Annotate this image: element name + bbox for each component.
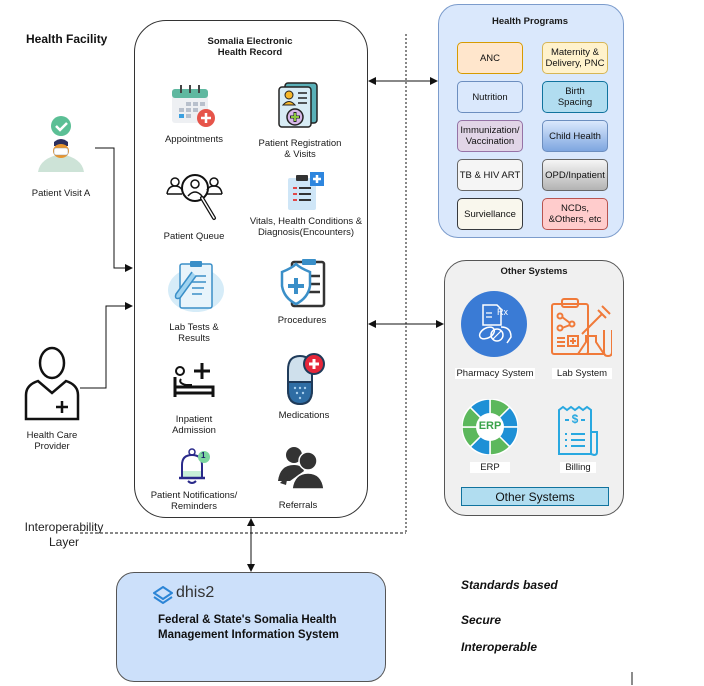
provider-label-line2: Provider [34, 441, 70, 452]
dhis2-line2: Management Information System [158, 629, 339, 641]
ehr-module-label-line2: Results [178, 333, 210, 344]
ehr-module-label: Medications [278, 410, 330, 421]
patient-connector [95, 147, 133, 272]
dhis2-line1: Federal & State's Somalia Health [158, 614, 337, 626]
erp-wheel-icon: ERP [461, 398, 519, 460]
svg-text:Rx: Rx [497, 307, 508, 317]
dhis2-logo-text: dhis2 [176, 584, 215, 601]
ehr-title-line1: Somalia Electronic [207, 36, 293, 47]
pharmacy-rx-icon: Rx [461, 291, 527, 362]
ehr-module-label: Patient Registration & Visits [250, 138, 350, 160]
program-anc[interactable]: ANC [457, 42, 523, 74]
program-opd-inpatient[interactable]: OPD/Inpatient [542, 159, 608, 191]
interoperability-line1: Interoperability [24, 520, 104, 534]
erp-badge: ERP [478, 420, 502, 432]
program-label: Surviellance [464, 208, 516, 220]
ehr-module-label: Referrals [278, 500, 318, 511]
principle-standards: Standards based [461, 578, 558, 592]
lab-clipboard-icon [166, 258, 232, 319]
ehr-module-label-line1: Patient Notifications/ [150, 490, 238, 501]
program-label-line2: Spacing [557, 97, 593, 108]
program-label-line1: Immunization/ [460, 125, 520, 136]
other-system-label: Lab System [552, 368, 612, 379]
ehr-module-label-line1: Inpatient [175, 414, 213, 425]
billing-dollar-badge: $ [571, 412, 579, 426]
program-label: ANC [479, 52, 501, 64]
program-label-line2: Vaccination [465, 136, 515, 147]
principle-secure: Secure [461, 613, 502, 627]
health-care-provider-icon [22, 343, 82, 426]
ehr-title-line2: Health Record [217, 47, 283, 58]
program-label-line2: &Others, etc [548, 214, 602, 225]
principle-interoperable: Interoperable [461, 640, 538, 654]
program-birth-spacing[interactable]: Birth Spacing [542, 81, 608, 113]
program-label: OPD/Inpatient [545, 169, 605, 181]
health-programs-title: Health Programs [491, 16, 569, 27]
clipboard-plus-icon [286, 170, 326, 217]
shield-clipboard-icon [278, 258, 328, 315]
provider-connector [80, 302, 133, 389]
ehr-module-label-line2: Admission [172, 425, 216, 436]
ehr-module-label: Vitals, Health Conditions & Diagnosis(En… [244, 216, 368, 238]
program-immunization[interactable]: Immunization/Vaccination [457, 120, 523, 152]
bell-icon: 1 [176, 447, 212, 492]
program-label-line1: Maternity & [550, 47, 600, 58]
program-label-line1: Birth [565, 86, 585, 97]
bell-badge: 1 [201, 451, 206, 460]
ehr-module-label: Procedures [277, 315, 327, 326]
pill-icon [284, 352, 326, 411]
health-facility-title: Health Facility [26, 32, 108, 46]
patient-visit-label: Patient Visit A [31, 188, 91, 199]
ehr-module-label-line2: Reminders [171, 501, 217, 512]
ehr-module-label-line2: Diagnosis(Encounters) [257, 227, 355, 238]
program-ncds[interactable]: NCDs, &Others, etc [542, 198, 608, 230]
ehr-module-label: Patient Queue [163, 231, 225, 242]
program-label: Nutrition [472, 91, 508, 103]
other-system-label: Billing [560, 462, 596, 473]
program-maternity[interactable]: Maternity & Delivery, PNC [542, 42, 608, 74]
other-systems-title: Other Systems [500, 266, 568, 277]
program-tb-hiv[interactable]: TB & HIV ART [457, 159, 523, 191]
provider-label: Health Care Provider [14, 430, 90, 452]
hospital-bed-icon [172, 361, 216, 404]
program-nutrition[interactable]: Nutrition [457, 81, 523, 113]
other-systems-button[interactable]: Other Systems [461, 487, 609, 506]
program-label-line2: Delivery, PNC [545, 58, 605, 69]
dhis2-description: Federal & State's Somalia Health Managem… [158, 613, 368, 643]
patient-record-icon [277, 81, 321, 134]
patient-masked-icon [34, 112, 88, 179]
calendar-add-icon [170, 83, 216, 134]
provider-label-line1: Health Care [26, 430, 78, 441]
program-child-health[interactable]: Child Health [542, 120, 608, 152]
ehr-module-label-line1: Vitals, Health Conditions & [249, 216, 363, 227]
program-label: Child Health [549, 130, 601, 142]
program-label-line1: NCDs, [561, 203, 589, 214]
people-search-icon [164, 168, 224, 229]
lab-system-icon [548, 296, 613, 363]
ehr-module-label: Appointments [164, 134, 224, 145]
dhis2-logo-icon [152, 585, 174, 609]
program-surveillance[interactable]: Surviellance [457, 198, 523, 230]
referral-people-icon [276, 445, 325, 494]
ehr-module-label-line1: Lab Tests & [169, 322, 219, 333]
billing-receipt-icon: $ [555, 404, 599, 461]
other-system-label: Pharmacy System [455, 368, 535, 379]
other-system-label: ERP [470, 462, 510, 473]
ehr-module-label: Patient Notifications/ Reminders [146, 490, 242, 512]
program-label: TB & HIV ART [459, 169, 521, 181]
ehr-module-label: Lab Tests & Results [150, 322, 238, 344]
ehr-module-label-line2: & Visits [284, 149, 316, 160]
ehr-title: Somalia Electronic Health Record [180, 36, 320, 58]
ehr-module-label-line1: Patient Registration [258, 138, 342, 149]
interoperability-line2: Layer [48, 535, 80, 549]
interoperability-layer-label: Interoperability Layer [22, 520, 106, 550]
ehr-module-label: Inpatient Admission [150, 414, 238, 436]
